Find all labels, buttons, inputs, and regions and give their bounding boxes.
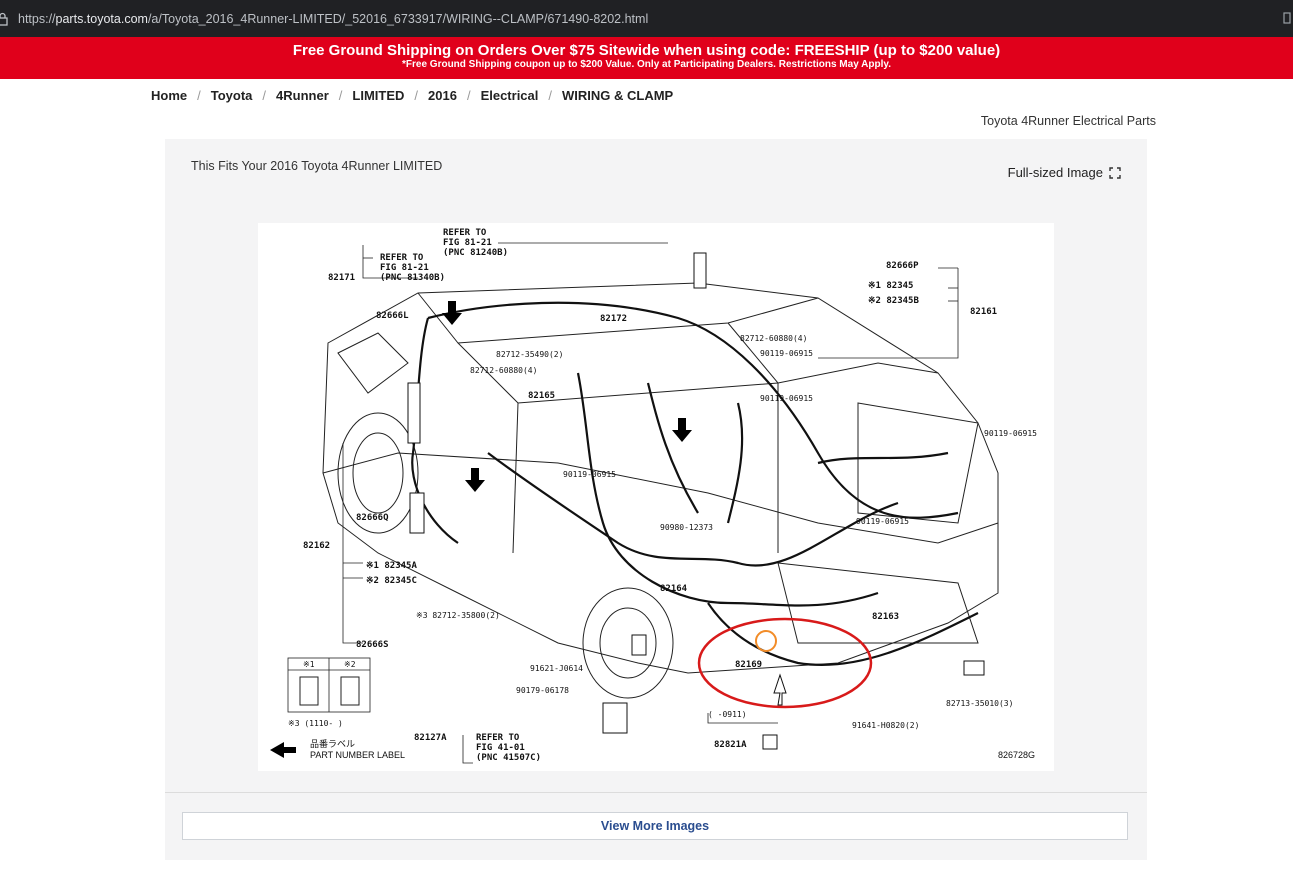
- part-label[interactable]: 82713-35010(3): [946, 699, 1013, 708]
- refer-top-3: (PNC 81240B): [443, 248, 508, 258]
- clip-symbols: [407, 252, 985, 750]
- breadcrumb-model[interactable]: 4Runner: [276, 88, 329, 103]
- breadcrumb-category[interactable]: Electrical: [481, 88, 539, 103]
- breadcrumb-home[interactable]: Home: [151, 88, 187, 103]
- part-label[interactable]: 90179-06178: [516, 686, 569, 695]
- part-label[interactable]: 90980-12373: [660, 523, 713, 532]
- highlight-circle: [755, 630, 777, 652]
- part-label[interactable]: 82162: [303, 541, 330, 551]
- part-label-en: PART NUMBER LABEL: [310, 750, 405, 760]
- promo-banner: Free Ground Shipping on Orders Over $75 …: [0, 37, 1293, 79]
- full-size-image-button[interactable]: Full-sized Image: [1008, 165, 1121, 180]
- breadcrumb-separator: /: [548, 88, 553, 103]
- part-label[interactable]: ※2 82345C: [366, 576, 417, 586]
- part-label[interactable]: 82172: [600, 314, 627, 324]
- refer-top-1: REFER TO: [443, 228, 487, 238]
- part-label[interactable]: ※2 82345B: [868, 296, 919, 306]
- part-label[interactable]: 82666P: [886, 261, 919, 271]
- part-label[interactable]: 90119-06915: [760, 394, 813, 403]
- part-label[interactable]: 82163: [872, 612, 899, 622]
- breadcrumb-separator: /: [197, 88, 201, 103]
- direction-arrows: [442, 301, 692, 492]
- part-label[interactable]: 82712-60880(4): [470, 366, 537, 375]
- part-label[interactable]: ※3 82712-35800(2): [416, 611, 500, 620]
- breadcrumb-make[interactable]: Toyota: [211, 88, 253, 103]
- breadcrumb-separator: /: [414, 88, 419, 103]
- diagram-panel: This Fits Your 2016 Toyota 4Runner LIMIT…: [165, 139, 1147, 860]
- refer-left-2: FIG 81-21: [380, 263, 429, 273]
- part-label[interactable]: 90119-06915: [856, 517, 909, 526]
- parts-diagram[interactable]: REFER TO FIG 81-21 (PNC 81240B) REFER TO…: [258, 223, 1054, 771]
- legend-header-2: ※2: [344, 660, 356, 669]
- part-label[interactable]: ※1 82345A: [366, 561, 417, 571]
- part-label[interactable]: 91641-H0820(2): [852, 721, 919, 730]
- url-prefix: https://: [18, 11, 56, 26]
- expand-icon: [1109, 166, 1121, 179]
- part-label[interactable]: 90119-06915: [563, 470, 616, 479]
- breadcrumb-trim[interactable]: LIMITED: [352, 88, 404, 103]
- part-label[interactable]: 90119-06915: [984, 429, 1037, 438]
- breadcrumb-separator: /: [338, 88, 343, 103]
- breadcrumb: Home / Toyota / 4Runner / LIMITED / 2016…: [151, 88, 673, 103]
- pointer-arrow-icon: [773, 673, 787, 706]
- part-label[interactable]: 82171: [328, 273, 355, 283]
- category-link[interactable]: Toyota 4Runner Electrical Parts: [981, 114, 1156, 128]
- legend-header-1: ※1: [303, 660, 315, 669]
- part-label[interactable]: 82161: [970, 307, 997, 317]
- part-label[interactable]: 82666S: [356, 640, 389, 650]
- part-label[interactable]: 82169: [735, 660, 762, 670]
- arrow-left-icon: [270, 742, 296, 758]
- promo-disclaimer: *Free Ground Shipping coupon up to $200 …: [402, 59, 891, 70]
- figure-code: 826728G: [998, 750, 1035, 760]
- view-more-images-button[interactable]: View More Images: [182, 812, 1128, 840]
- part-label[interactable]: 82712-60880(4): [740, 334, 807, 343]
- part-label-jp: 品番ラベル: [310, 738, 355, 749]
- wiring-diagram-drawing: REFER TO FIG 81-21 (PNC 81240B) REFER TO…: [270, 228, 1037, 764]
- promo-headline: Free Ground Shipping on Orders Over $75 …: [292, 42, 1001, 59]
- refer-left-3: (PNC 81340B): [380, 273, 445, 283]
- part-label[interactable]: 90119-06915: [760, 349, 813, 358]
- refer-bottom-1: REFER TO: [476, 733, 520, 743]
- leader-lines: [342, 242, 959, 764]
- refer-bottom-3: (PNC 41507C): [476, 753, 541, 763]
- part-label[interactable]: 82666L: [376, 311, 409, 321]
- part-label[interactable]: 82165: [528, 391, 555, 401]
- variant-legend: ※1 ※2 ※3 (1110- ): [287, 657, 371, 728]
- refer-top-2: FIG 81-21: [443, 238, 492, 248]
- breadcrumb-year[interactable]: 2016: [428, 88, 457, 103]
- part-label[interactable]: 82821A: [714, 740, 747, 750]
- fitment-text: This Fits Your 2016 Toyota 4Runner LIMIT…: [191, 159, 443, 173]
- legend-note: ※3 (1110- ): [288, 719, 343, 728]
- part-label[interactable]: 82127A: [414, 733, 447, 743]
- url-host: parts.toyota.com: [55, 11, 148, 26]
- page-info-icon[interactable]: [0, 12, 10, 26]
- part-label[interactable]: 82164: [660, 584, 688, 594]
- breadcrumb-current: WIRING & CLAMP: [562, 88, 674, 103]
- url-path: /a/Toyota_2016_4Runner-LIMITED/_52016_67…: [147, 11, 649, 26]
- breadcrumb-separator: /: [262, 88, 267, 103]
- vehicle-outline: [322, 282, 999, 699]
- refer-left-1: REFER TO: [380, 253, 424, 263]
- full-size-label: Full-sized Image: [1007, 165, 1103, 180]
- breadcrumb-separator: /: [466, 88, 471, 103]
- part-label[interactable]: 91621-J0614: [530, 664, 583, 673]
- part-label[interactable]: ( -0911): [708, 710, 747, 719]
- part-label[interactable]: 82712-35490(2): [496, 350, 563, 359]
- refer-bottom-2: FIG 41-01: [476, 743, 525, 753]
- part-label[interactable]: ※1 82345: [868, 281, 913, 291]
- part-label[interactable]: 82666Q: [356, 513, 389, 523]
- panel-divider: [165, 792, 1147, 793]
- extension-icon[interactable]: [1283, 11, 1291, 25]
- browser-address-bar[interactable]: https:// parts.toyota.com /a/Toyota_2016…: [0, 0, 1293, 37]
